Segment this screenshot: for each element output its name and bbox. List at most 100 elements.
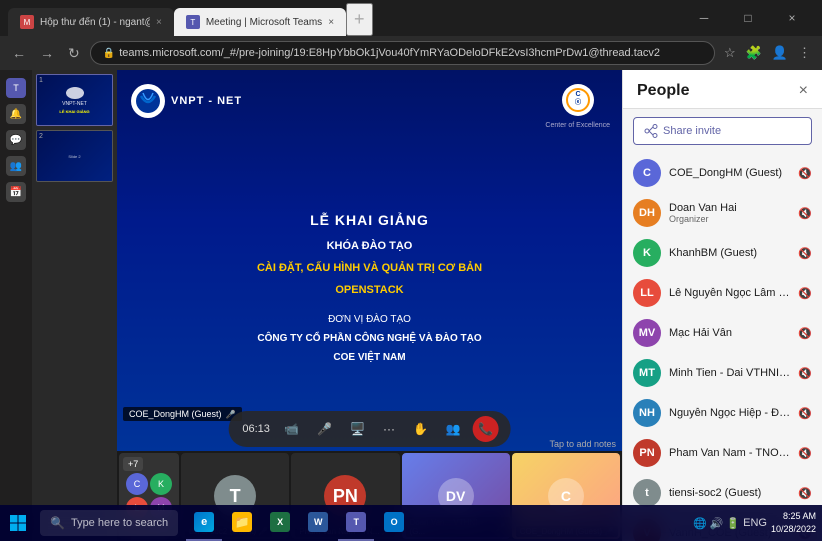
person-mic-tiensi: 🔇 (798, 487, 812, 500)
person-name-nh: Nguyễn Ngọc Hiệp - Đài VT... (669, 407, 790, 419)
person-info-doanvanhai: Doan Van Hai Organizer (669, 202, 790, 224)
taskbar-app-explorer[interactable]: 📁 (224, 505, 260, 541)
teams-left-sidebar: T 🔔 💬 👥 📅 (0, 70, 32, 541)
share-button[interactable]: 🖥️ (344, 419, 371, 439)
person-item-doanvanhai[interactable]: DH Doan Van Hai Organizer 🔇 (623, 193, 822, 233)
svg-text:C: C (575, 91, 580, 98)
search-icon: 🔍 (50, 516, 65, 530)
vnpt-logo: VNPT - NET (129, 82, 242, 120)
presentation-view: VNPT - NET C ⓔ Center of Excell (117, 70, 622, 451)
people-panel-close-button[interactable]: × (799, 82, 808, 100)
people-panel-title: People (637, 82, 689, 100)
volume-icon: 🔊 (710, 517, 724, 530)
address-bar: ← → ↻ 🔒 teams.microsoft.com/_#/pre-joini… (0, 36, 822, 70)
taskbar-app-edge[interactable]: e (186, 505, 222, 541)
address-input[interactable]: 🔒 teams.microsoft.com/_#/pre-joining/19:… (90, 41, 715, 65)
more-button[interactable]: ··· (377, 419, 401, 439)
person-name-coe: COE_DongHM (Guest) (669, 167, 790, 179)
tab-email[interactable]: M Hộp thư đến (1) - ngant@coe... × (8, 8, 174, 36)
svg-text:ⓔ: ⓔ (575, 98, 581, 106)
taskbar-app-excel[interactable]: X (262, 505, 298, 541)
slide-subtitle: KHÓA ĐÀO TẠO (327, 240, 413, 252)
windows-logo-icon (9, 514, 27, 532)
reactions-button[interactable]: ✋ (407, 419, 434, 439)
person-avatar-doanvanhai: DH (633, 199, 661, 227)
taskbar-app-outlook[interactable]: O (376, 505, 412, 541)
person-mic-coe: 🔇 (798, 167, 812, 180)
taskbar-search[interactable]: 🔍 Type here to search (40, 510, 178, 536)
language-indicator: ENG (743, 517, 767, 529)
person-item-coe[interactable]: C COE_DongHM (Guest) 🔇 (623, 153, 822, 193)
slide-highlight: CÀI ĐẶT, CẤU HÌNH VÀ QUẢN TRỊ CƠ BẢN (257, 262, 482, 274)
excel-icon: X (270, 512, 290, 532)
extensions-icon[interactable]: 🧩 (743, 42, 765, 64)
person-mic-nh: 🔇 (798, 407, 812, 420)
restore-button[interactable]: □ (726, 0, 770, 36)
settings-icon[interactable]: ⋮ (795, 42, 814, 64)
slide-thumb-2[interactable]: 2 Slide 2 (36, 130, 113, 182)
people-list: C COE_DongHM (Guest) 🔇 DH Doan Van Hai O… (623, 153, 822, 541)
slide-unit-name: CÔNG TY CỔ PHẦN CÔNG NGHỆ VÀ ĐÀO TẠO (257, 333, 481, 344)
forward-button[interactable]: → (36, 41, 58, 65)
back-button[interactable]: ← (8, 41, 30, 65)
sidebar-teams-icon[interactable]: T (6, 78, 26, 98)
profile-icon[interactable]: 👤 (769, 42, 791, 64)
participants-button[interactable]: 👥 (440, 419, 467, 439)
edge-icon: e (194, 512, 214, 532)
people-panel: People × Share invite C COE_DongHM (Gues… (622, 70, 822, 541)
mini-avatar-1: C (126, 473, 148, 495)
slide-unit-name2: COE VIỆT NAM (333, 352, 405, 363)
person-avatar-khanh: K (633, 239, 661, 267)
person-item-mt[interactable]: MT Minh Tien - Dai VTHNI (Gue... 🔇 (623, 353, 822, 393)
start-button[interactable] (0, 505, 36, 541)
new-tab-button[interactable]: + (346, 3, 373, 36)
vnpt-text: VNPT - NET (171, 95, 242, 107)
person-avatar-nh: NH (633, 399, 661, 427)
coe-logo-svg: C ⓔ (553, 82, 603, 122)
person-name-khanh: KhanhBM (Guest) (669, 247, 790, 259)
person-avatar-tiensi: t (633, 479, 661, 507)
sidebar-teams-nav-icon[interactable]: 👥 (6, 156, 26, 176)
vnpt-logo-svg (129, 82, 167, 120)
person-mic-doanvanhai: 🔇 (798, 207, 812, 220)
slide-content: VNPT - NET C ⓔ Center of Excell (117, 70, 622, 451)
network-icon: 🌐 (693, 517, 707, 530)
presenter-name: COE_DongHM (Guest) (129, 409, 222, 419)
tab-teams-close[interactable]: × (328, 17, 334, 28)
tab-email-label: Hộp thư đến (1) - ngant@coe... (40, 17, 150, 28)
mute-button[interactable]: 🎤 (311, 419, 338, 439)
person-info-ll: Lê Nguyễn Ngọc Lâm - SNO... (669, 287, 790, 299)
taskbar-app-word[interactable]: W (300, 505, 336, 541)
people-panel-header: People × (623, 70, 822, 109)
tab-teams[interactable]: T Meeting | Microsoft Teams × (174, 8, 346, 36)
taskbar-app-teams[interactable]: T (338, 505, 374, 541)
bookmark-icon[interactable]: ☆ (721, 42, 739, 64)
share-invite-button[interactable]: Share invite (633, 117, 812, 145)
person-avatar-mt: MT (633, 359, 661, 387)
person-avatar-coe: C (633, 159, 661, 187)
person-item-mv[interactable]: MV Mạc Hải Vân 🔇 (623, 313, 822, 353)
reload-button[interactable]: ↻ (64, 41, 84, 66)
person-item-pn[interactable]: PN Pham Van Nam - TNOC2 (G... 🔇 (623, 433, 822, 473)
taskbar-time-display: 8:25 AM (771, 510, 816, 523)
person-mic-khanh: 🔇 (798, 247, 812, 260)
minimize-button[interactable]: ─ (682, 0, 726, 36)
camera-button[interactable]: 📹 (278, 419, 305, 439)
word-icon: W (308, 512, 328, 532)
person-item-ll[interactable]: LL Lê Nguyễn Ngọc Lâm - SNO... 🔇 (623, 273, 822, 313)
close-button[interactable]: × (770, 0, 814, 36)
meeting-controls: 06:13 📹 🎤 🖥️ ··· ✋ 👥 📞 (228, 411, 511, 447)
tab-email-close[interactable]: × (156, 17, 162, 28)
person-item-khanh[interactable]: K KhanhBM (Guest) 🔇 (623, 233, 822, 273)
sidebar-chat-icon[interactable]: 💬 (6, 130, 26, 150)
browser-chrome: M Hộp thư đến (1) - ngant@coe... × T Mee… (0, 0, 822, 70)
sidebar-calendar-icon[interactable]: 📅 (6, 182, 26, 202)
address-text: teams.microsoft.com/_#/pre-joining/19:E8… (119, 47, 660, 59)
taskbar-system-icons: 🌐 🔊 🔋 ENG (693, 517, 767, 530)
slide-notes: Tap to add notes (543, 437, 622, 451)
sidebar-activity-icon[interactable]: 🔔 (6, 104, 26, 124)
person-item-nh[interactable]: NH Nguyễn Ngọc Hiệp - Đài VT... 🔇 (623, 393, 822, 433)
slide-highlight2: OPENSTACK (335, 284, 403, 296)
leave-button[interactable]: 📞 (473, 416, 499, 442)
slide-thumb-1[interactable]: 1 VNPT-NET LỄ KHAI GIẢNG (36, 74, 113, 126)
